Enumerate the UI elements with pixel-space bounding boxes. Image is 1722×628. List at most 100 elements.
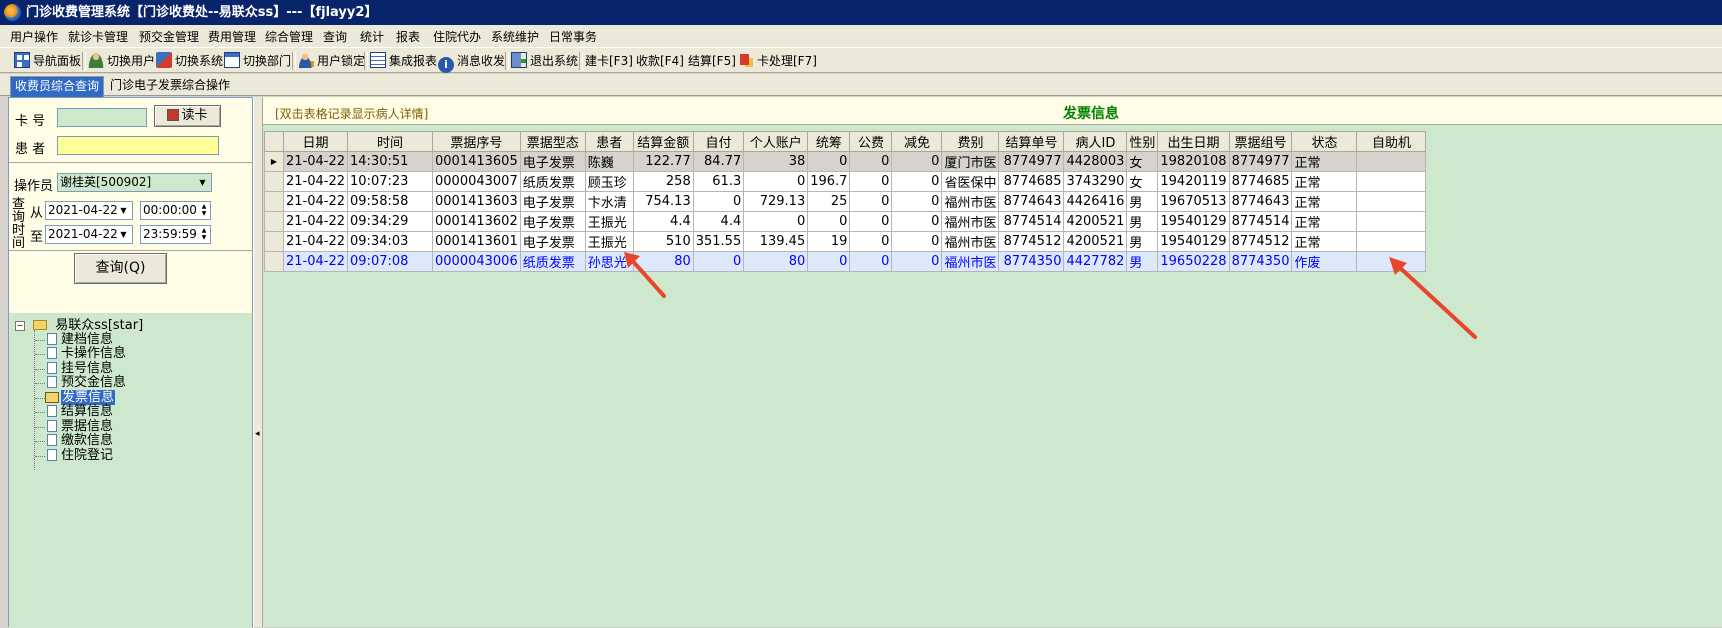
menu-user-ops[interactable]: 用户操作 (10, 28, 58, 45)
table-cell[interactable]: 0 (692, 191, 745, 212)
table-cell[interactable]: 61.3 (692, 171, 745, 192)
table-row[interactable]: 21-04-22 09:34:29 0001413602 电子发票 王振光 4.4 4.4 0… (264, 211, 1427, 232)
create-card-button[interactable]: 建卡[F3] (585, 52, 633, 70)
table-cell[interactable]: 福州市医 (941, 191, 1000, 212)
read-card-button[interactable]: 读卡 (154, 105, 221, 127)
table-cell[interactable]: 25 (807, 191, 851, 212)
table-cell[interactable]: 8774977 (1228, 151, 1293, 172)
table-cell[interactable]: 8774512 (998, 231, 1065, 252)
tree-item-payment[interactable]: 缴款信息 (47, 433, 113, 448)
table-cell[interactable] (1356, 191, 1427, 212)
column-header[interactable]: 自付 (692, 131, 745, 152)
table-cell[interactable]: 14:30:51 (347, 151, 434, 172)
chevron-left-icon[interactable]: ◂ (255, 428, 261, 440)
settle-button[interactable]: 结算[F5] (688, 52, 736, 70)
table-cell[interactable]: 8774685 (1228, 171, 1293, 192)
menu-reports[interactable]: 报表 (396, 28, 420, 45)
table-cell[interactable]: 19420119 (1157, 171, 1230, 192)
table-row[interactable]: ▶ 21-04-22 14:30:51 0001413605 电子发票 陈巍 122.77 8… (264, 151, 1427, 172)
to-date-picker[interactable]: 2021-04-22 ▼ (45, 225, 133, 244)
table-cell[interactable]: 258 (632, 171, 694, 192)
table-cell[interactable]: 女 (1126, 151, 1159, 172)
column-header[interactable]: 票据组号 (1228, 131, 1293, 152)
table-cell[interactable]: 0 (807, 211, 851, 232)
table-cell[interactable]: 王振光 (584, 211, 634, 232)
table-row[interactable]: 21-04-22 09:58:58 0001413603 电子发票 卞水清 754.13 0… (264, 191, 1427, 212)
column-header[interactable]: 结算单号 (998, 131, 1065, 152)
table-cell[interactable]: 21-04-22 (282, 211, 349, 232)
column-header[interactable]: 票据序号 (432, 131, 521, 152)
table-cell[interactable]: 4427782 (1063, 251, 1128, 272)
menu-inpatient-agent[interactable]: 住院代办 (433, 28, 481, 45)
table-cell[interactable]: 0 (849, 151, 893, 172)
table-cell[interactable]: 8774643 (998, 191, 1065, 212)
table-cell[interactable]: 男 (1126, 251, 1159, 272)
table-cell[interactable]: 21-04-22 (282, 171, 349, 192)
table-cell[interactable]: 厦门市医 (941, 151, 1000, 172)
table-cell[interactable]: 男 (1126, 211, 1159, 232)
table-cell[interactable]: 4426416 (1063, 191, 1128, 212)
table-cell[interactable]: 8774643 (1228, 191, 1293, 212)
operator-select[interactable]: 谢桂英[500902] ▼ (57, 173, 212, 192)
column-header[interactable]: 性别 (1126, 131, 1159, 152)
table-cell[interactable]: 4200521 (1063, 211, 1128, 232)
column-header[interactable]: 减免 (891, 131, 943, 152)
table-cell[interactable]: 3743290 (1063, 171, 1128, 192)
column-header[interactable]: 时间 (347, 131, 434, 152)
switch-dept-button[interactable]: 切换部门 (224, 52, 291, 70)
tree-item-registration[interactable]: 挂号信息 (47, 361, 113, 376)
table-cell[interactable]: 09:07:08 (347, 251, 434, 272)
table-cell[interactable]: 139.45 (743, 231, 809, 252)
column-header[interactable]: 状态 (1291, 131, 1358, 152)
table-cell[interactable]: 8774977 (998, 151, 1065, 172)
tree-item-card-ops[interactable]: 卡操作信息 (47, 346, 126, 361)
table-cell[interactable]: 0000043006 (432, 251, 521, 272)
table-cell[interactable]: 8774512 (1228, 231, 1293, 252)
tree-item-inpatient[interactable]: 住院登记 (47, 448, 113, 463)
table-cell[interactable]: 19650228 (1157, 251, 1230, 272)
table-cell[interactable]: 21-04-22 (282, 191, 349, 212)
collapse-toggle-icon[interactable]: − (15, 321, 25, 331)
table-cell[interactable]: 王振光 (584, 231, 634, 252)
table-cell[interactable]: 电子发票 (519, 151, 586, 172)
table-cell[interactable]: 0 (891, 231, 943, 252)
tab-e-invoice-ops[interactable]: 门诊电子发票综合操作 (106, 76, 234, 96)
table-cell[interactable]: 0 (891, 251, 943, 272)
menu-deposit-mgmt[interactable]: 预交金管理 (139, 28, 199, 45)
tab-cashier-query[interactable]: 收费员综合查询 (10, 76, 105, 97)
query-button[interactable]: 查询(Q) (74, 253, 167, 284)
table-cell[interactable]: 729.13 (743, 191, 809, 212)
table-cell[interactable]: 正常 (1291, 211, 1358, 232)
table-cell[interactable]: 19540129 (1157, 211, 1230, 232)
table-cell[interactable]: 男 (1126, 231, 1159, 252)
spinner-arrows-icon[interactable]: ▲ ▼ (199, 203, 209, 218)
table-cell[interactable]: 754.13 (632, 191, 694, 212)
table-cell[interactable]: 0 (849, 231, 893, 252)
invoice-table[interactable]: 日期 时间 票据序号 票据型态 患者 结算金额 自付 个人账户 统筹 公费 减免… (264, 131, 1427, 272)
table-cell[interactable]: 21-04-22 (282, 151, 349, 172)
table-cell[interactable]: 19 (807, 231, 851, 252)
table-cell[interactable]: 8774514 (998, 211, 1065, 232)
table-cell[interactable]: 09:34:03 (347, 231, 434, 252)
table-cell[interactable]: 女 (1126, 171, 1159, 192)
column-header[interactable]: 票据型态 (519, 131, 586, 152)
table-cell[interactable]: 陈巍 (584, 151, 634, 172)
menu-system-maint[interactable]: 系统维护 (491, 28, 539, 45)
table-cell[interactable]: 0000043007 (432, 171, 521, 192)
table-cell[interactable]: 纸质发票 (519, 251, 586, 272)
table-cell[interactable]: 0 (849, 191, 893, 212)
table-cell[interactable]: 21-04-22 (282, 231, 349, 252)
table-cell[interactable]: 0 (891, 211, 943, 232)
from-time-stepper[interactable]: 00:00:00 ▲ ▼ (140, 201, 211, 220)
table-cell[interactable]: 0 (743, 211, 809, 232)
tree-item-deposit[interactable]: 预交金信息 (47, 375, 126, 390)
table-cell[interactable]: 0001413603 (432, 191, 521, 212)
column-header[interactable]: 费别 (941, 131, 1000, 152)
nav-panel-button[interactable]: 导航面板 (14, 52, 81, 70)
table-cell[interactable]: 351.55 (692, 231, 745, 252)
table-cell[interactable]: 10:07:23 (347, 171, 434, 192)
menu-integrated-mgmt[interactable]: 综合管理 (265, 28, 313, 45)
patient-name-input[interactable] (57, 136, 219, 155)
column-header[interactable]: 统筹 (807, 131, 851, 152)
tree-item-archive[interactable]: 建档信息 (47, 332, 113, 347)
